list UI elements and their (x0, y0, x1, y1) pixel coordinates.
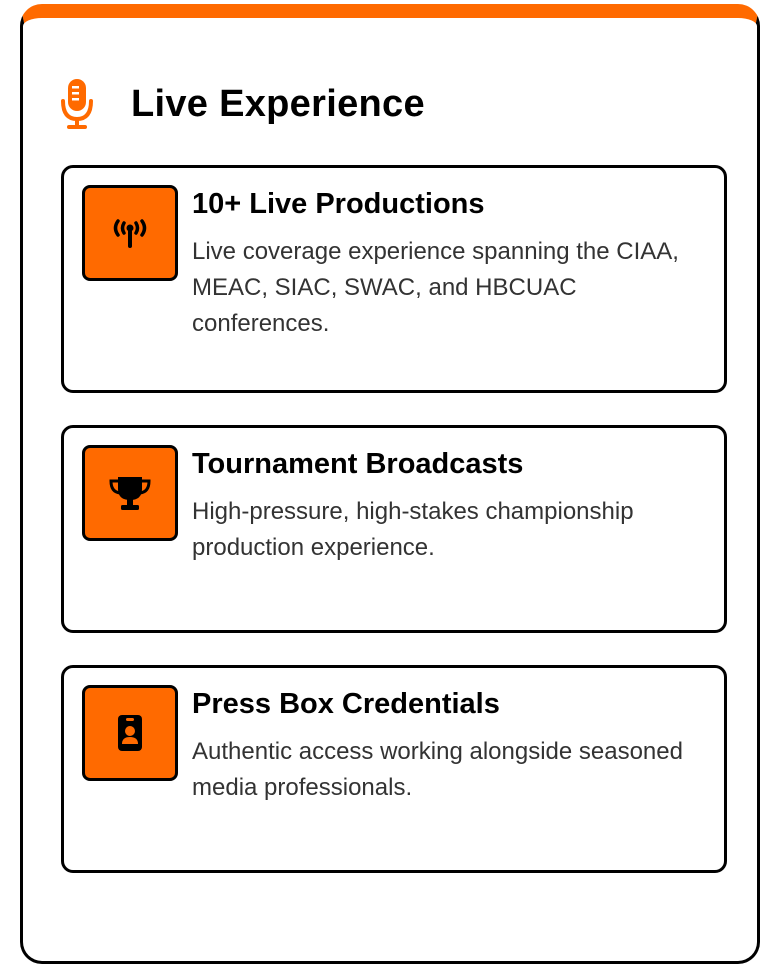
live-experience-panel: Live Experience 10+ Live Productions Liv… (20, 4, 760, 964)
card-live-productions: 10+ Live Productions Live coverage exper… (61, 165, 727, 393)
card-title: 10+ Live Productions (192, 188, 485, 220)
card-description: Live coverage experience spanning the CI… (192, 238, 679, 337)
card-title: Press Box Credentials (192, 688, 500, 720)
card-description: High-pressure, high-stakes championship … (192, 498, 634, 561)
card-press-box-credentials: Press Box Credentials Authentic access w… (61, 665, 727, 873)
card-description: Authentic access working alongside seaso… (192, 738, 683, 801)
broadcast-tower-icon (82, 185, 178, 281)
id-badge-icon (82, 685, 178, 781)
card-tournament-broadcasts: Tournament Broadcasts High-pressure, hig… (61, 425, 727, 633)
section-header: Live Experience (57, 58, 425, 152)
card-title: Tournament Broadcasts (192, 448, 524, 480)
trophy-icon (82, 445, 178, 541)
section-title: Live Experience (131, 83, 425, 126)
microphone-icon (57, 77, 97, 133)
